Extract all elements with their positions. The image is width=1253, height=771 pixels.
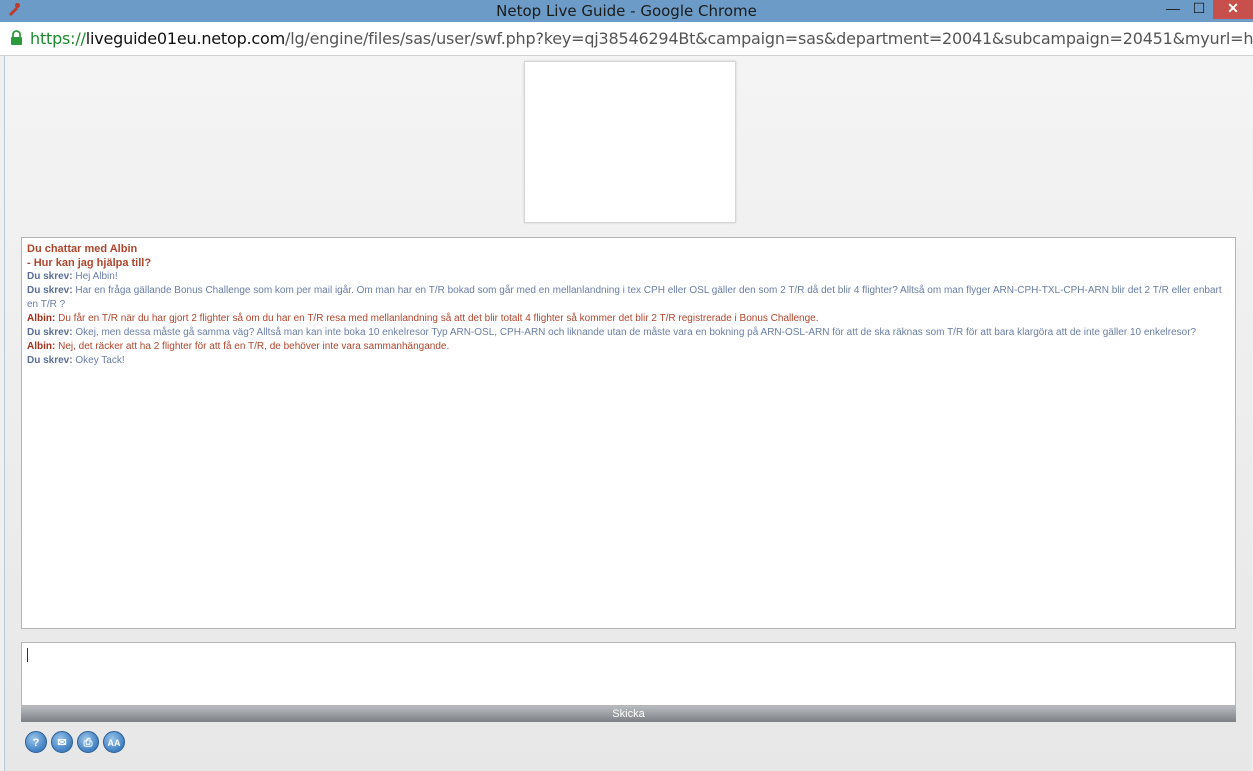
message-text: Okey Tack! bbox=[72, 355, 125, 366]
message-text: Okej, men dessa måste gå samma väg? Allt… bbox=[72, 327, 1197, 338]
chat-message: Du skrev: Har en fråga gällande Bonus Ch… bbox=[27, 284, 1230, 312]
url-path: /lg/engine/files/sas/user/swf.php?key=qj… bbox=[285, 29, 1253, 48]
minimize-button[interactable]: — bbox=[1160, 0, 1186, 19]
message-sender: Albin: bbox=[27, 341, 56, 352]
browser-window: Netop Live Guide - Google Chrome — ☐ ✕ h… bbox=[0, 0, 1253, 771]
font-size-icon[interactable]: AA bbox=[103, 731, 125, 753]
chat-message: Albin: Nej, det räcker att ha 2 flighter… bbox=[27, 340, 1230, 354]
chat-message: Du skrev: Hej Albin! bbox=[27, 270, 1230, 284]
message-sender: Du skrev: bbox=[27, 271, 73, 282]
help-icon[interactable]: ? bbox=[25, 731, 47, 753]
text-caret bbox=[27, 648, 28, 662]
message-text: Nej, det räcker att ha 2 flighter för at… bbox=[55, 341, 450, 352]
email-icon[interactable]: ✉ bbox=[51, 731, 73, 753]
message-text: Har en fråga gällande Bonus Challenge so… bbox=[27, 285, 1222, 310]
message-sender: Du skrev: bbox=[27, 327, 73, 338]
title-bar: Netop Live Guide - Google Chrome — ☐ ✕ bbox=[0, 0, 1253, 22]
chat-message: Du skrev: Okey Tack! bbox=[27, 354, 1230, 368]
address-bar[interactable]: https://liveguide01eu.netop.com/lg/engin… bbox=[0, 22, 1253, 56]
lock-icon bbox=[11, 30, 22, 45]
chat-transcript: Du chattar med Albin - Hur kan jag hjälp… bbox=[21, 237, 1236, 629]
chat-message: Du skrev: Okej, men dessa måste gå samma… bbox=[27, 326, 1230, 340]
message-sender: Albin: bbox=[27, 313, 56, 324]
url-text[interactable]: https://liveguide01eu.netop.com/lg/engin… bbox=[30, 29, 1253, 48]
maximize-button[interactable]: ☐ bbox=[1186, 0, 1212, 19]
chat-header-line2: - Hur kan jag hjälpa till? bbox=[27, 257, 152, 269]
url-scheme: https:// bbox=[30, 29, 86, 48]
print-icon[interactable]: ⎙ bbox=[77, 731, 99, 753]
message-sender: Du skrev: bbox=[27, 285, 73, 296]
message-text: Du får en T/R när du har gjort 2 flighte… bbox=[55, 313, 819, 324]
chat-message: Albin: Du får en T/R när du har gjort 2 … bbox=[27, 312, 1230, 326]
message-sender: Du skrev: bbox=[27, 355, 73, 366]
close-button[interactable]: ✕ bbox=[1213, 0, 1253, 19]
message-input[interactable] bbox=[21, 642, 1236, 706]
send-button[interactable]: Skicka bbox=[21, 706, 1236, 722]
window-title: Netop Live Guide - Google Chrome bbox=[496, 2, 757, 20]
agent-photo bbox=[524, 61, 736, 223]
chat-header-line1: Du chattar med Albin bbox=[27, 243, 138, 255]
message-text: Hej Albin! bbox=[72, 271, 118, 282]
url-host: liveguide01eu.netop.com bbox=[85, 29, 286, 48]
